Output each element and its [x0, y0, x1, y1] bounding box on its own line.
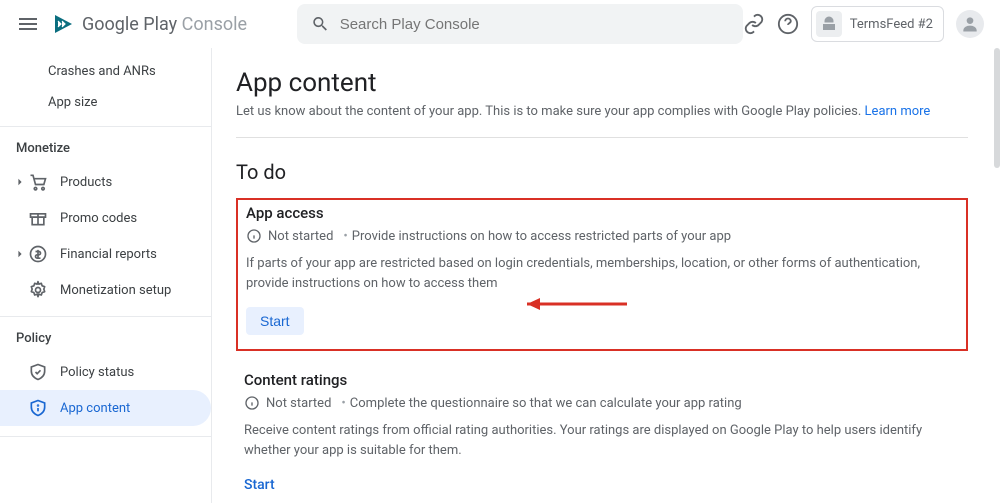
person-icon: [960, 14, 980, 34]
page-title: App content: [236, 68, 968, 98]
menu-icon[interactable]: [16, 12, 40, 36]
sidebar-item-promo[interactable]: Promo codes: [0, 200, 211, 236]
sidebar-item-monetization-setup[interactable]: Monetization setup: [0, 272, 211, 308]
sidebar-item-label: Products: [60, 175, 112, 190]
dollar-icon: [28, 244, 48, 264]
todo-card-app-access: App access Not started Provide instructi…: [236, 198, 968, 351]
learn-more-link[interactable]: Learn more: [865, 104, 931, 119]
android-icon: [816, 11, 842, 37]
card-title: Content ratings: [244, 371, 960, 389]
scrollbar[interactable]: [994, 48, 1000, 168]
cart-icon: [28, 172, 48, 192]
start-button[interactable]: Start: [246, 307, 304, 335]
chevron-right-icon: [16, 178, 24, 186]
todo-card-content-ratings: Content ratings Not started Complete the…: [236, 367, 968, 503]
sidebar-item-products[interactable]: Products: [0, 164, 211, 200]
card-description: Receive content ratings from official ra…: [244, 421, 960, 460]
sidebar: Crashes and ANRs App size Monetize Produ…: [0, 48, 212, 503]
info-icon: [244, 395, 260, 411]
sidebar-item-app-size[interactable]: App size: [0, 87, 211, 118]
info-icon: [246, 228, 262, 244]
sidebar-item-label: Crashes and ANRs: [48, 64, 156, 79]
help-icon[interactable]: [777, 13, 799, 35]
sidebar-item-crashes[interactable]: Crashes and ANRs: [0, 56, 211, 87]
sidebar-item-policy-status[interactable]: Policy status: [0, 354, 211, 390]
search-box[interactable]: [297, 4, 743, 44]
shield-check-icon: [28, 362, 48, 382]
play-console-logo-icon: [52, 12, 76, 36]
account-chip[interactable]: TermsFeed #2: [811, 6, 944, 42]
main-content: App content Let us know about the conten…: [212, 48, 1000, 503]
status-hint: Provide instructions on how to access re…: [339, 229, 731, 244]
search-icon: [311, 14, 330, 34]
promo-icon: [28, 208, 48, 228]
card-title: App access: [246, 204, 958, 222]
logo[interactable]: Google Play Console: [52, 12, 247, 36]
sidebar-item-label: App content: [60, 401, 130, 416]
status-hint: Complete the questionnaire so that we ca…: [337, 396, 741, 411]
sidebar-item-label: Financial reports: [60, 247, 157, 262]
account-name: TermsFeed #2: [850, 17, 933, 32]
chevron-right-icon: [16, 250, 24, 258]
sidebar-item-label: Monetization setup: [60, 283, 171, 298]
search-input[interactable]: [340, 16, 729, 33]
status-text: Not started: [268, 229, 333, 244]
card-description: If parts of your app are restricted base…: [246, 254, 958, 293]
logo-text: Google Play Console: [82, 14, 247, 35]
user-avatar[interactable]: [956, 10, 984, 38]
link-icon[interactable]: [743, 13, 765, 35]
gear-icon: [28, 280, 48, 300]
page-subtitle: Let us know about the content of your ap…: [236, 104, 968, 119]
sidebar-item-financial[interactable]: Financial reports: [0, 236, 211, 272]
sidebar-section-monetize: Monetize: [0, 126, 211, 164]
start-link[interactable]: Start: [244, 477, 275, 493]
sidebar-item-label: App size: [48, 95, 97, 110]
status-text: Not started: [266, 396, 331, 411]
sidebar-item-label: Policy status: [60, 365, 134, 380]
shield-info-icon: [28, 398, 48, 418]
sidebar-section-policy: Policy: [0, 316, 211, 354]
todo-section-title: To do: [236, 160, 968, 184]
sidebar-item-app-content[interactable]: App content: [0, 390, 211, 426]
sidebar-item-label: Promo codes: [60, 211, 137, 226]
